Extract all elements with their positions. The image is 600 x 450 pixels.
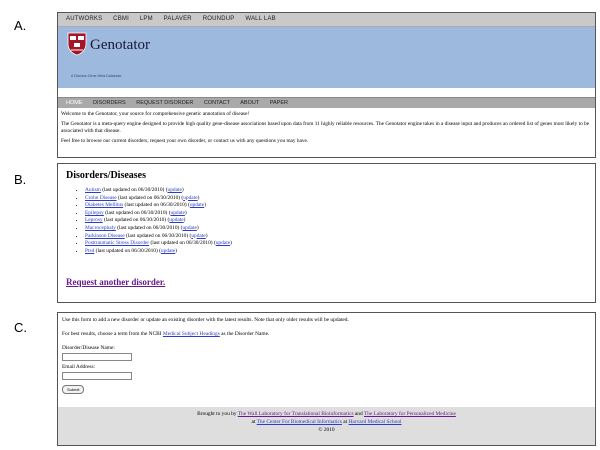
- homepage-panel: AUTWORKS CBMI LPM PALAVER ROUNDUP WALL L…: [57, 12, 596, 158]
- update-link[interactable]: update: [190, 202, 204, 208]
- lpm-link[interactable]: The Laboratory for Personalized Medicine: [364, 411, 456, 417]
- top-nav-wall-lab[interactable]: WALL LAB: [245, 16, 276, 22]
- update-link[interactable]: update: [171, 210, 185, 216]
- list-item: Ptsd (last updated on 06/30/2010) (updat…: [85, 248, 587, 256]
- panel-label-b: B.: [14, 172, 27, 187]
- cbmi-link[interactable]: The Center For Biomedical Informatics: [257, 419, 342, 425]
- last-updated-text: (last updated on 06/30/2010) (: [124, 232, 192, 239]
- form-hint: For best results, choose a term from the…: [62, 331, 591, 338]
- footer-line-2: at The Center For Biomedical Informatics…: [58, 419, 595, 427]
- mesh-link[interactable]: Medical Subject Headings: [163, 331, 220, 337]
- top-nav-roundup[interactable]: ROUNDUP: [203, 16, 235, 22]
- disorder-link-epilepsy[interactable]: Epilepsy: [85, 210, 104, 216]
- panel-label-c: C.: [14, 320, 27, 335]
- last-updated-text: (last updated on 06/30/2010) (: [115, 224, 183, 231]
- site-title[interactable]: Genotator: [90, 37, 150, 54]
- form-hint-prefix: For best results, choose a term from the…: [62, 331, 163, 337]
- request-disorder-link[interactable]: Request another disorder.: [66, 277, 165, 287]
- list-item: Diabetes Mellitus (last updated on 06/30…: [85, 202, 587, 210]
- disorder-name-label: Disorder/Disease Name:: [62, 345, 115, 351]
- top-navigation: AUTWORKS CBMI LPM PALAVER ROUNDUP WALL L…: [58, 13, 595, 27]
- main-navigation: HOME DISORDERS REQUEST DISORDER CONTACT …: [58, 97, 595, 108]
- request-form-panel: Use this form to add a new disorder or u…: [57, 312, 596, 446]
- panel-label-a: A.: [14, 18, 27, 33]
- disorder-link-ptsd[interactable]: Ptsd: [85, 248, 94, 254]
- welcome-paragraph: Welcome to the Genotator, your source fo…: [61, 111, 250, 117]
- request-form: Use this form to add a new disorder or u…: [58, 313, 595, 394]
- disorder-link-macrocephaly[interactable]: Macrocephaly: [85, 225, 116, 231]
- list-item: Autism (last updated on 06/30/2010) (upd…: [85, 187, 587, 195]
- disorder-name-input[interactable]: [62, 353, 132, 361]
- paren-close: ): [175, 247, 178, 254]
- description-paragraph: The Genotator is a meta-query engine des…: [61, 121, 590, 134]
- last-updated-text: (last updated on 06/30/2010) (: [149, 240, 216, 247]
- top-nav-autworks[interactable]: AUTWORKS: [66, 16, 102, 22]
- copyright: © 2010: [318, 426, 335, 433]
- update-link[interactable]: update: [191, 233, 205, 239]
- form-instructions: Use this form to add a new disorder or u…: [62, 317, 349, 323]
- footer-at-2: at: [341, 418, 349, 425]
- harvard-shield-icon[interactable]: [67, 32, 87, 56]
- browse-paragraph: Feel free to browse our current disorder…: [61, 138, 309, 145]
- email-input[interactable]: [62, 372, 132, 380]
- disorders-panel: Disorders/Diseases Autism (last updated …: [57, 163, 596, 303]
- list-item: Posttraumatic Stress Disorder (last upda…: [85, 240, 587, 248]
- nav-disorders[interactable]: DISORDERS: [93, 100, 126, 106]
- update-link[interactable]: update: [182, 225, 196, 231]
- intro-text: Welcome to the Genotator, your source fo…: [58, 111, 595, 145]
- paren-close: ): [230, 240, 232, 247]
- last-updated-text: (last updated on 06/30/2010) (: [100, 187, 168, 193]
- paren-close: ): [196, 224, 199, 231]
- disorder-link-crohn-disease[interactable]: Crohn Disease: [85, 195, 117, 201]
- update-link[interactable]: update: [168, 187, 182, 193]
- paren-close: ): [204, 202, 206, 209]
- paren-close: ): [184, 209, 187, 216]
- nav-about[interactable]: ABOUT: [240, 100, 259, 106]
- disorder-link-diabetes-mellitus[interactable]: Diabetes Mellitus: [85, 202, 123, 208]
- last-updated-text: (last updated on 06/30/2010) (: [103, 209, 171, 216]
- footer-and: and: [353, 411, 364, 417]
- update-link[interactable]: update: [169, 217, 183, 223]
- disorder-link-ptsd-full[interactable]: Posttraumatic Stress Disorder: [85, 240, 149, 246]
- list-item: Leprosy (last updated on 06/30/2010) (up…: [85, 217, 587, 225]
- update-link[interactable]: update: [183, 195, 197, 201]
- disorders-list: Autism (last updated on 06/30/2010) (upd…: [66, 187, 587, 255]
- footer-line-1: Brought to you by The Wall Laboratory fo…: [58, 411, 595, 419]
- disorders-heading: Disorders/Diseases: [66, 170, 146, 181]
- nav-contact[interactable]: CONTACT: [204, 100, 230, 106]
- site-banner: Genotator A Disease-Gene Meta-Database: [58, 27, 595, 88]
- nav-request-disorder[interactable]: REQUEST DISORDER: [136, 100, 193, 106]
- update-link[interactable]: update: [216, 240, 230, 246]
- site-footer: Brought to you by The Wall Laboratory fo…: [58, 407, 595, 445]
- disorder-link-autism[interactable]: Autism: [85, 187, 101, 193]
- wall-lab-link[interactable]: The Wall Laboratory for Translational Bi…: [238, 411, 354, 417]
- top-nav-cbmi[interactable]: CBMI: [113, 16, 129, 22]
- top-nav-palaver[interactable]: PALAVER: [164, 16, 192, 22]
- last-updated-text: (last updated on 06/30/2010) (: [123, 202, 190, 209]
- paren-close: ): [183, 217, 186, 224]
- update-link[interactable]: update: [161, 248, 175, 254]
- list-item: Macrocephaly (last updated on 06/30/2010…: [85, 225, 587, 233]
- paren-close: ): [197, 194, 200, 201]
- top-nav-lpm[interactable]: LPM: [140, 16, 153, 22]
- last-updated-text: (last updated on 06/30/2010) (: [94, 247, 161, 254]
- last-updated-text: (last updated on 06/30/2010) (: [116, 194, 184, 201]
- paren-close: ): [205, 232, 208, 239]
- site-tagline: A Disease-Gene Meta-Database: [71, 74, 122, 78]
- email-label: Email Address:: [62, 364, 96, 370]
- disorder-link-parkinson-disease[interactable]: Parkinson Disease: [85, 233, 125, 239]
- nav-home[interactable]: HOME: [66, 100, 83, 106]
- submit-button[interactable]: Submit: [62, 385, 85, 394]
- last-updated-text: (last updated on 06/30/2010) (: [102, 217, 170, 224]
- disorder-link-leprosy[interactable]: Leprosy: [85, 217, 103, 223]
- nav-paper[interactable]: PAPER: [270, 100, 288, 106]
- form-hint-suffix: as the Disorder Name.: [219, 331, 270, 337]
- hms-link[interactable]: Harvard Medical School: [349, 419, 402, 425]
- footer-prefix: Brought to you by: [197, 411, 238, 417]
- paren-close: ): [181, 187, 184, 193]
